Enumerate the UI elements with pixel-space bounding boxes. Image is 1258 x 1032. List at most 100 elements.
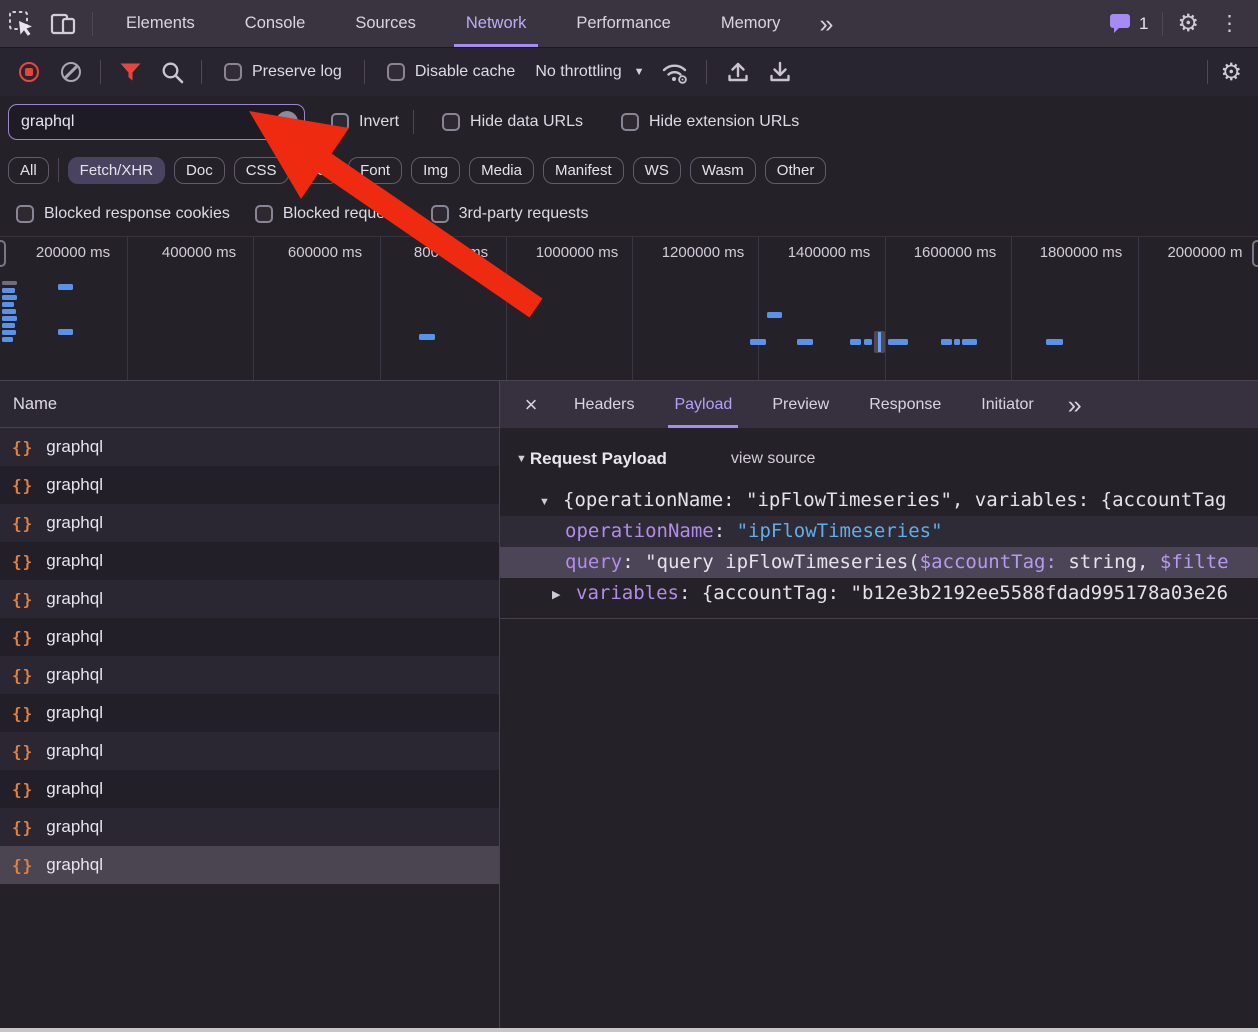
detail-tab-preview[interactable]: Preview: [752, 382, 849, 428]
view-source-toggle[interactable]: view source: [731, 450, 815, 468]
network-settings-gear-icon[interactable]: ⚙: [1220, 58, 1242, 87]
request-row[interactable]: {}graphql: [0, 808, 499, 846]
request-row[interactable]: {}graphql: [0, 846, 499, 884]
request-row[interactable]: {}graphql: [0, 428, 499, 466]
import-har-icon[interactable]: [717, 54, 759, 90]
request-row[interactable]: {}graphql: [0, 542, 499, 580]
request-row[interactable]: {}graphql: [0, 618, 499, 656]
blocked-cookies-checkbox[interactable]: [16, 205, 34, 223]
detail-tab-payload[interactable]: Payload: [654, 382, 752, 428]
filter-pill-ws[interactable]: WS: [633, 157, 681, 184]
network-activity-bar: [888, 339, 908, 345]
more-panels-icon[interactable]: »: [805, 2, 847, 46]
request-row[interactable]: {}graphql: [0, 504, 499, 542]
json-icon: {}: [12, 590, 33, 609]
devtools-window: ElementsConsoleSourcesNetworkPerformance…: [0, 0, 1258, 1032]
tab-performance[interactable]: Performance: [551, 0, 695, 47]
request-name: graphql: [46, 665, 103, 685]
request-row[interactable]: {}graphql: [0, 656, 499, 694]
export-har-icon[interactable]: [759, 54, 801, 90]
hide-extension-urls-checkbox[interactable]: [621, 113, 639, 131]
filter-pill-all[interactable]: All: [8, 157, 49, 184]
tab-network[interactable]: Network: [441, 0, 552, 47]
divider: [1207, 60, 1208, 84]
hide-extension-urls-label: Hide extension URLs: [649, 113, 799, 131]
filter-pill-doc[interactable]: Doc: [174, 157, 225, 184]
divider: [92, 12, 93, 36]
tab-memory[interactable]: Memory: [696, 0, 806, 47]
third-party-checkbox[interactable]: [431, 205, 449, 223]
tab-console[interactable]: Console: [220, 0, 331, 47]
detail-tab-response[interactable]: Response: [849, 382, 961, 428]
filter-pill-other[interactable]: Other: [765, 157, 827, 184]
request-name: graphql: [46, 475, 103, 495]
json-icon: {}: [12, 742, 33, 761]
overview-left-handle[interactable]: [0, 240, 6, 267]
filter-pill-css[interactable]: CSS: [234, 157, 289, 184]
filter-pill-wasm[interactable]: Wasm: [690, 157, 756, 184]
clear-network-log-icon[interactable]: [50, 54, 92, 90]
invert-label: Invert: [359, 113, 399, 131]
overview-right-handle[interactable]: [1252, 240, 1258, 267]
disable-cache-group: Disable cache: [387, 63, 516, 81]
inspect-element-icon[interactable]: [0, 6, 42, 42]
gridline: [758, 237, 759, 380]
request-row[interactable]: {}graphql: [0, 770, 499, 808]
filter-funnel-icon[interactable]: [109, 54, 151, 90]
filter-pill-img[interactable]: Img: [411, 157, 460, 184]
detail-tab-headers[interactable]: Headers: [554, 382, 654, 428]
json-object-value: {accountTag: "b12e3b2192ee5588fdad995178…: [702, 582, 1228, 604]
console-messages-indicator[interactable]: 1: [1109, 13, 1148, 34]
throttling-dropdown[interactable]: No throttling ▼: [535, 63, 644, 81]
network-conditions-icon[interactable]: [654, 54, 696, 90]
request-name: graphql: [46, 437, 103, 457]
timeline-tick: 1800000 ms: [1040, 244, 1123, 261]
request-payload-section[interactable]: ▼ Request Payload view source: [500, 443, 1258, 474]
hide-data-urls-checkbox[interactable]: [442, 113, 460, 131]
gridline: [253, 237, 254, 380]
query-variable: $accountTag:: [920, 551, 1057, 573]
name-column-header[interactable]: Name: [0, 381, 499, 428]
filter-pill-font[interactable]: Font: [348, 157, 402, 184]
json-icon: {}: [12, 476, 33, 495]
network-activity-bar: [797, 339, 813, 345]
request-row[interactable]: {}graphql: [0, 694, 499, 732]
record-network-log-icon[interactable]: [8, 54, 50, 90]
invert-checkbox[interactable]: [331, 113, 349, 131]
timeline-overview[interactable]: 200000 ms400000 ms600000 ms800000 ms1000…: [0, 236, 1258, 380]
filter-pill-js[interactable]: JS: [298, 157, 340, 184]
network-activity-bar: [2, 302, 14, 307]
payload-row-query[interactable]: query: "query ipFlowTimeseries($accountT…: [500, 547, 1258, 578]
tab-sources[interactable]: Sources: [330, 0, 441, 47]
filter-pill-fetch-xhr[interactable]: Fetch/XHR: [68, 157, 165, 184]
filter-pill-manifest[interactable]: Manifest: [543, 157, 624, 184]
network-activity-bar: [767, 312, 782, 318]
payload-row-operation-name[interactable]: operationName: "ipFlowTimeseries": [500, 516, 1258, 547]
network-activity-bar: [2, 309, 16, 314]
request-row[interactable]: {}graphql: [0, 580, 499, 618]
request-row[interactable]: {} graphql: [0, 466, 499, 504]
device-toolbar-icon[interactable]: [42, 6, 84, 42]
search-icon[interactable]: [151, 54, 193, 90]
disable-cache-checkbox[interactable]: [387, 63, 405, 81]
filter-pill-media[interactable]: Media: [469, 157, 534, 184]
filter-input[interactable]: [8, 104, 305, 140]
detail-tab-initiator[interactable]: Initiator: [961, 382, 1053, 428]
network-activity-bar: [750, 339, 766, 345]
payload-summary-row[interactable]: ▼{operationName: "ipFlowTimeseries", var…: [500, 485, 1258, 516]
hide-data-urls-group: Hide data URLs: [442, 113, 583, 131]
network-activity-bar: [1046, 339, 1063, 345]
more-options-kebab-icon[interactable]: ⋮: [1213, 11, 1246, 36]
preserve-log-checkbox[interactable]: [224, 63, 242, 81]
tab-elements[interactable]: Elements: [101, 0, 220, 47]
payload-row-variables[interactable]: ▶variables: {accountTag: "b12e3b2192ee55…: [500, 578, 1258, 609]
request-row[interactable]: {}graphql: [0, 732, 499, 770]
network-activity-bar: [2, 323, 15, 328]
network-activity-bar: [2, 281, 17, 285]
blocked-requests-checkbox[interactable]: [255, 205, 273, 223]
close-icon[interactable]: ×: [508, 383, 554, 427]
settings-gear-icon[interactable]: ⚙: [1177, 9, 1199, 38]
clear-filter-icon[interactable]: ×: [276, 111, 298, 133]
preserve-log-group: Preserve log: [224, 63, 342, 81]
more-detail-tabs-icon[interactable]: »: [1054, 383, 1096, 427]
